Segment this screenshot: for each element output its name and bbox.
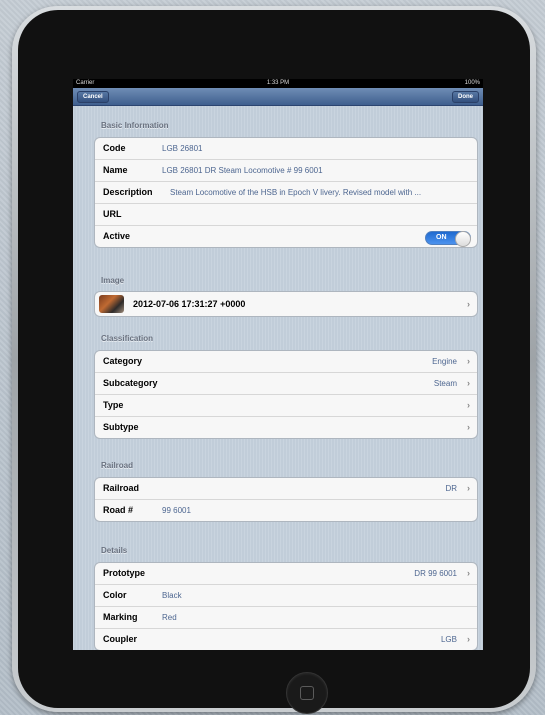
cancel-button[interactable]: Cancel xyxy=(77,91,109,103)
name-value[interactable]: LGB 26801 DR Steam Locomotive # 99 6001 xyxy=(162,160,469,181)
category-row[interactable]: Category Engine › xyxy=(95,351,477,373)
subcategory-label: Subcategory xyxy=(103,378,158,388)
railroad-label: Railroad xyxy=(103,483,140,493)
marking-label: Marking xyxy=(103,612,138,622)
description-label: Description xyxy=(103,187,153,197)
chevron-right-icon: › xyxy=(467,378,470,388)
chevron-right-icon: › xyxy=(467,400,470,410)
details-group: Prototype DR 99 6001 › Color Black Marki… xyxy=(94,562,478,650)
road-number-label: Road # xyxy=(103,505,134,515)
active-row: Active ON xyxy=(95,226,477,247)
coupler-label: Coupler xyxy=(103,634,138,644)
image-group: 2012-07-06 17:31:27 +0000 › xyxy=(94,291,478,317)
chevron-right-icon: › xyxy=(467,483,470,493)
marking-row[interactable]: Marking Red xyxy=(95,607,477,629)
home-button[interactable] xyxy=(286,672,328,714)
chevron-right-icon: › xyxy=(467,568,470,578)
name-label: Name xyxy=(103,165,128,175)
chevron-right-icon: › xyxy=(467,356,470,366)
description-row[interactable]: Description Steam Locomotive of the HSB … xyxy=(95,182,477,204)
status-time: 1:33 PM xyxy=(266,80,290,86)
image-timestamp: 2012-07-06 17:31:27 +0000 xyxy=(133,299,246,309)
road-number-row[interactable]: Road # 99 6001 xyxy=(95,500,477,521)
section-header-railroad: Railroad xyxy=(101,461,134,470)
railroad-row[interactable]: Railroad DR › xyxy=(95,478,477,500)
status-bar: Carrier 1:33 PM 100% xyxy=(73,79,483,88)
road-number-value[interactable]: 99 6001 xyxy=(162,500,469,521)
active-toggle[interactable]: ON xyxy=(425,231,471,247)
subcategory-value: Steam xyxy=(433,379,457,388)
basic-info-group: Code LGB 26801 Name LGB 26801 DR Steam L… xyxy=(94,137,478,248)
subcategory-row[interactable]: Subcategory Steam › xyxy=(95,373,477,395)
code-row[interactable]: Code LGB 26801 xyxy=(95,138,477,160)
coupler-value: LGB xyxy=(440,635,457,644)
subtype-label: Subtype xyxy=(103,422,139,432)
toggle-on-text: ON xyxy=(436,234,447,241)
chevron-right-icon: › xyxy=(467,299,470,309)
color-label: Color xyxy=(103,590,127,600)
prototype-label: Prototype xyxy=(103,568,146,578)
type-label: Type xyxy=(103,400,124,410)
chevron-right-icon: › xyxy=(467,634,470,644)
code-label: Code xyxy=(103,143,126,153)
prototype-row[interactable]: Prototype DR 99 6001 › xyxy=(95,563,477,585)
navigation-bar: Cancel Done xyxy=(73,88,483,106)
url-row[interactable]: URL xyxy=(95,204,477,226)
active-label: Active xyxy=(103,231,131,241)
coupler-row[interactable]: Coupler LGB › xyxy=(95,629,477,650)
type-row[interactable]: Type › xyxy=(95,395,477,417)
prototype-value: DR 99 6001 xyxy=(414,569,457,578)
url-label: URL xyxy=(103,209,122,219)
marking-value[interactable]: Red xyxy=(162,607,469,628)
chevron-right-icon: › xyxy=(467,422,470,432)
railroad-group: Railroad DR › Road # 99 6001 xyxy=(94,477,478,522)
section-header-classification: Classification xyxy=(101,334,154,343)
section-header-image: Image xyxy=(101,276,125,285)
done-button[interactable]: Done xyxy=(452,91,479,103)
railroad-value: DR xyxy=(445,484,457,493)
ipad-screen: Carrier 1:33 PM 100% Cancel Done Basic I… xyxy=(73,79,483,650)
battery-label: 100% xyxy=(464,80,480,86)
name-row[interactable]: Name LGB 26801 DR Steam Locomotive # 99 … xyxy=(95,160,477,182)
image-row[interactable]: 2012-07-06 17:31:27 +0000 › xyxy=(95,292,477,316)
toggle-knob xyxy=(455,231,471,247)
color-row[interactable]: Color Black xyxy=(95,585,477,607)
home-button-icon xyxy=(300,686,314,700)
category-label: Category xyxy=(103,356,143,366)
category-value: Engine xyxy=(432,357,457,366)
subtype-row[interactable]: Subtype › xyxy=(95,417,477,438)
code-value[interactable]: LGB 26801 xyxy=(162,138,469,159)
section-header-details: Details xyxy=(101,546,128,555)
section-header-basic: Basic Information xyxy=(101,121,169,130)
form-content[interactable]: Basic Information Code LGB 26801 Name LG… xyxy=(73,106,483,650)
description-value[interactable]: Steam Locomotive of the HSB in Epoch V l… xyxy=(170,182,469,203)
locomotive-thumbnail xyxy=(99,295,124,313)
color-value[interactable]: Black xyxy=(162,585,469,606)
classification-group: Category Engine › Subcategory Steam › Ty… xyxy=(94,350,478,439)
